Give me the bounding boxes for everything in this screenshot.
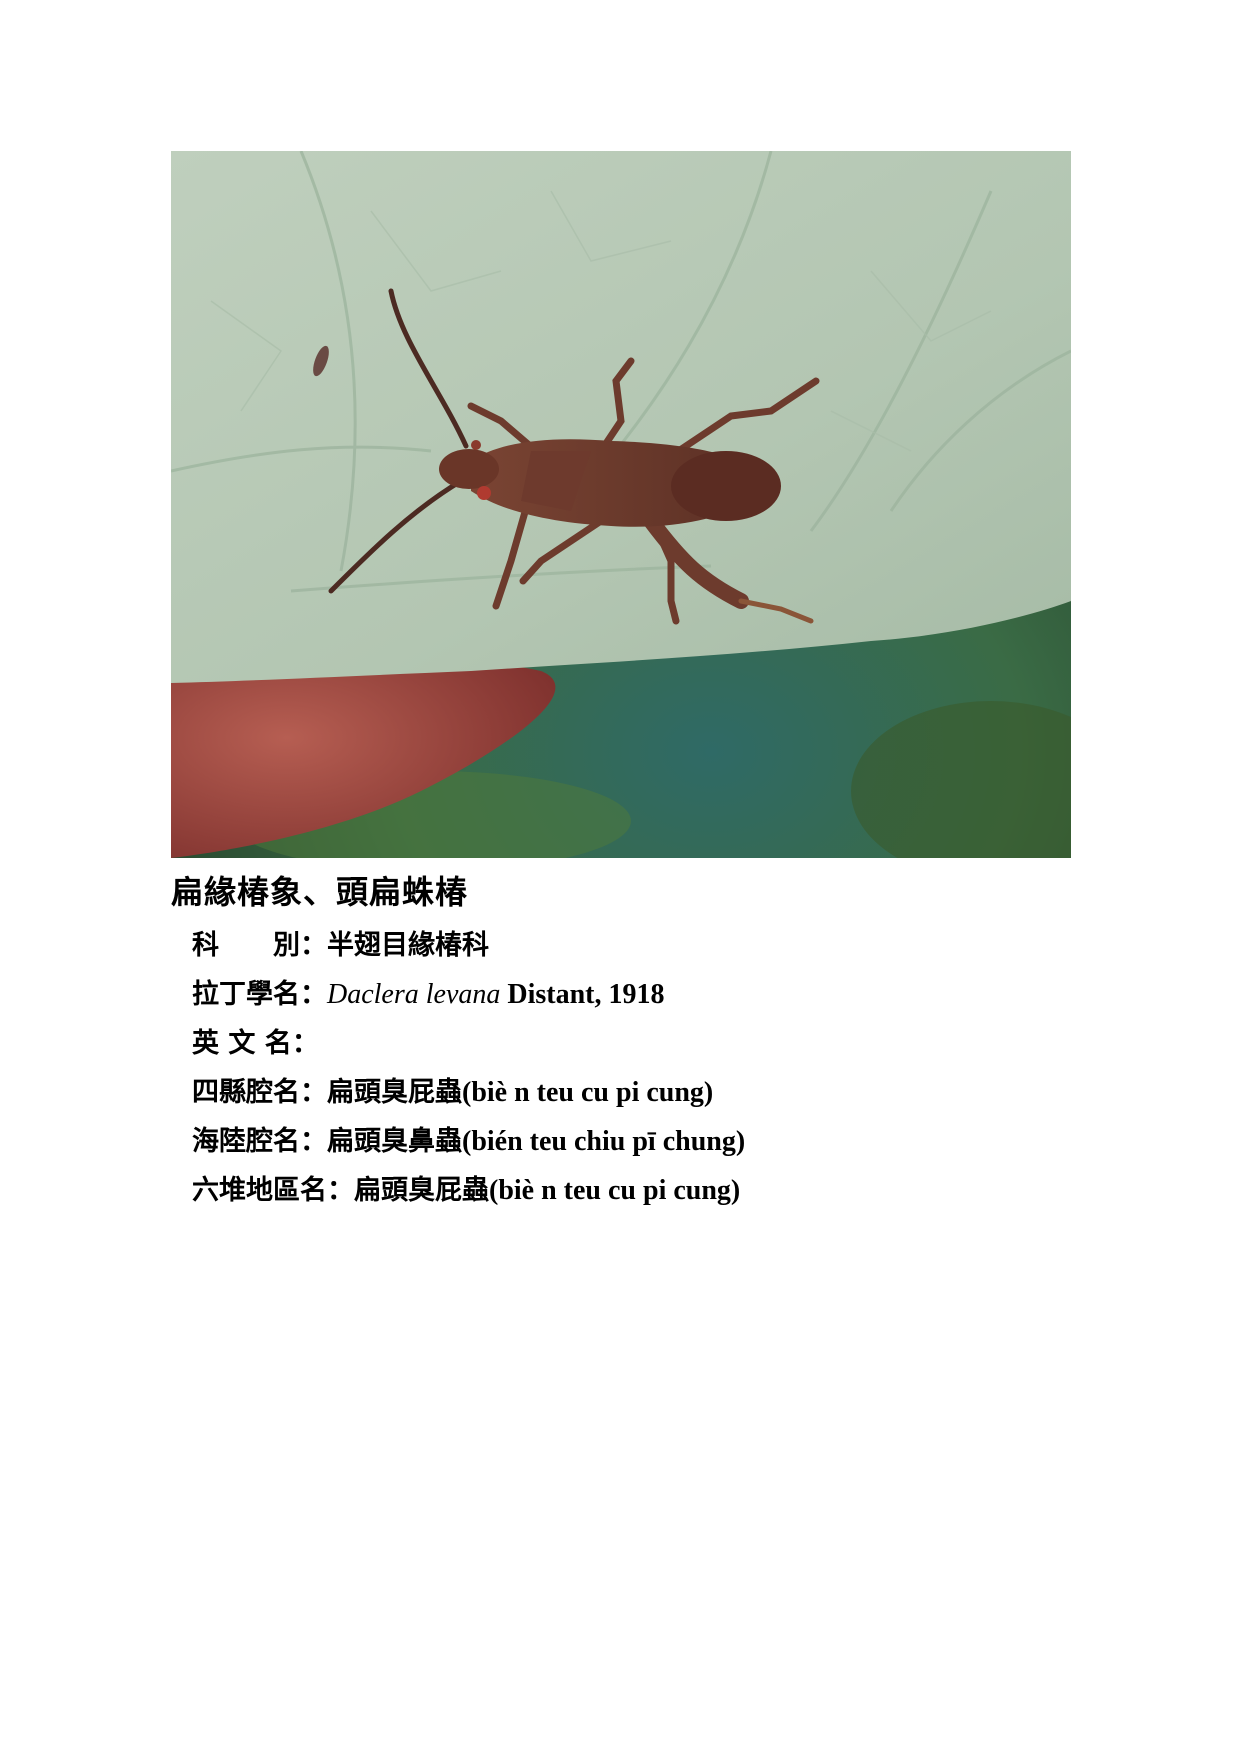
latin-genus-species: Daclera levana <box>327 979 501 1010</box>
separator: ： <box>300 1126 327 1157</box>
field-value-romanization: (biè n teu cu pi cung) <box>462 1077 714 1108</box>
field-english-name: 英 文 名： <box>192 1021 319 1060</box>
field-liudui-name: 六堆地區名：扁頭臭屁蟲(biè n teu cu pi cung) <box>192 1168 740 1207</box>
field-value-chinese: 扁頭臭屁蟲 <box>327 1077 462 1108</box>
field-value-chinese: 扁頭臭屁蟲 <box>354 1175 489 1206</box>
latin-author: Distant, 1918 <box>500 979 665 1010</box>
separator: ： <box>300 930 327 961</box>
separator: ： <box>291 1028 319 1059</box>
field-latin-name: 拉丁學名：Daclera levana Distant, 1918 <box>192 972 665 1011</box>
field-family: 科 別：半翅目緣椿科 <box>192 923 489 962</box>
field-label: 四縣腔名 <box>192 1077 300 1108</box>
field-label: 英 文 名 <box>192 1028 292 1059</box>
field-label: 科 別 <box>192 930 300 961</box>
field-value-romanization: (biè n teu cu pi cung) <box>489 1175 741 1206</box>
field-hailu-name: 海陸腔名：扁頭臭鼻蟲(bién teu chiu pī chung) <box>192 1119 745 1158</box>
insect-photo-illustration <box>171 151 1071 858</box>
specimen-photo <box>171 151 1071 858</box>
field-value: 半翅目緣椿科 <box>327 930 489 961</box>
separator: ： <box>300 979 327 1010</box>
species-title: 扁緣椿象、頭扁蛛椿 <box>171 873 469 911</box>
separator: ： <box>300 1077 327 1108</box>
field-value-chinese: 扁頭臭鼻蟲 <box>327 1126 462 1157</box>
field-label: 海陸腔名 <box>192 1126 300 1157</box>
field-value-romanization: (bién teu chiu pī chung) <box>462 1126 746 1157</box>
field-label: 拉丁學名 <box>192 979 300 1010</box>
field-sixian-name: 四縣腔名：扁頭臭屁蟲(biè n teu cu pi cung) <box>192 1070 713 1109</box>
field-label: 六堆地區名 <box>192 1175 327 1206</box>
separator: ： <box>327 1175 354 1206</box>
